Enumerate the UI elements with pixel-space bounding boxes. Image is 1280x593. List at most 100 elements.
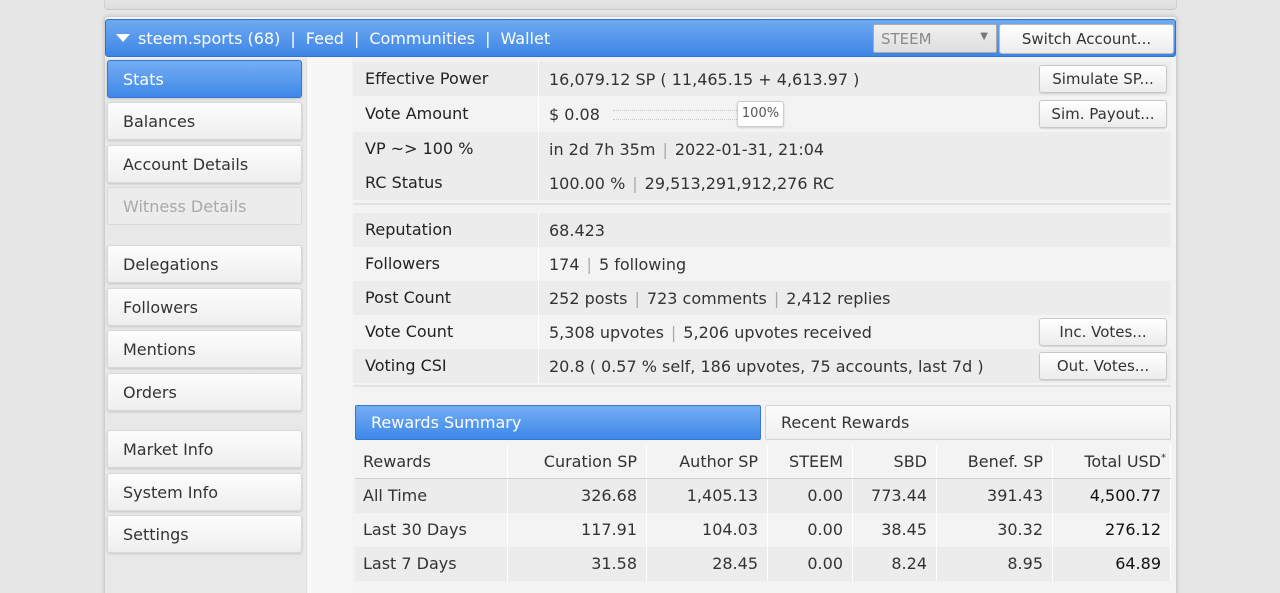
column-header-total-usd: Total USD* xyxy=(1053,445,1171,478)
table-cell: 773.44 xyxy=(853,479,937,513)
section-divider xyxy=(353,385,1171,387)
separator: | xyxy=(586,254,592,274)
nav-feed[interactable]: Feed xyxy=(306,29,344,48)
row-vote-count: Vote Count 5,308 upvotes | 5,206 upvotes r… xyxy=(353,315,1171,349)
nav-wallet[interactable]: Wallet xyxy=(500,29,550,48)
nav-communities[interactable]: Communities xyxy=(369,29,475,48)
row-label: Voting CSI xyxy=(353,349,539,383)
row-label: Post Count xyxy=(353,281,539,315)
post-count-value: 252 posts | 723 comments | 2,412 replies xyxy=(539,289,1171,308)
sidebar-item-system-info[interactable]: System Info xyxy=(107,473,302,511)
table-cell: 38.45 xyxy=(853,513,937,547)
window-top-edge xyxy=(104,0,1177,10)
vp-datetime: 2022-01-31, 21:04 xyxy=(674,139,825,159)
row-label: Followers xyxy=(353,247,539,281)
sidebar-item-settings[interactable]: Settings xyxy=(107,515,302,553)
vote-weight-slider[interactable] xyxy=(612,110,749,120)
row-label: Vote Count xyxy=(353,315,539,349)
table-row: All Time 326.68 1,405.13 0.00 773.44 391… xyxy=(355,479,1171,513)
table-cell: 8.24 xyxy=(853,547,937,581)
content-gutter xyxy=(306,58,352,593)
table-cell: 0.00 xyxy=(768,479,853,513)
tab-rewards-summary[interactable]: Rewards Summary xyxy=(355,405,761,440)
upvotes-received: 5,206 upvotes received xyxy=(683,322,872,342)
chain-select[interactable]: STEEM ▼ xyxy=(873,24,997,53)
table-cell: 326.68 xyxy=(508,479,647,513)
reputation-value: 68.423 xyxy=(549,220,605,240)
effective-power-main: 16,079.12 SP xyxy=(549,69,656,89)
posts-count: 252 posts xyxy=(549,288,628,308)
table-cell: 31.58 xyxy=(508,547,647,581)
table-cell: 0.00 xyxy=(768,513,853,547)
table-cell: 0.00 xyxy=(768,547,853,581)
row-voting-csi: Voting CSI 20.8 ( 0.57 % self, 186 upvot… xyxy=(353,349,1171,383)
rewards-tabs: Rewards Summary Recent Rewards xyxy=(353,403,1173,443)
row-label: Last 7 Days xyxy=(355,547,508,581)
table-cell: 4,500.77 xyxy=(1053,479,1171,513)
row-rc-status: RC Status 100.00 % | 29,513,291,912,276 RC xyxy=(353,166,1171,200)
nav-separator: | xyxy=(290,28,296,48)
row-label: Last 30 Days xyxy=(355,513,508,547)
upvotes-count: 5,308 upvotes xyxy=(549,322,664,342)
sim-payout-button[interactable]: Sim. Payout... xyxy=(1039,100,1167,128)
table-row: Last 30 Days 117.91 104.03 0.00 38.45 30… xyxy=(355,513,1171,547)
column-header: Rewards xyxy=(355,445,508,478)
row-label: Vote Amount xyxy=(353,97,539,131)
table-header: Rewards Curation SP Author SP STEEM SBD … xyxy=(355,445,1171,479)
vote-weight-handle[interactable]: 100% xyxy=(737,101,784,127)
sidebar-item-market-info[interactable]: Market Info xyxy=(107,430,302,468)
sidebar-item-mentions[interactable]: Mentions xyxy=(107,330,302,368)
separator: | xyxy=(670,322,677,342)
sidebar-item-orders[interactable]: Orders xyxy=(107,373,302,411)
followers-value: 174 | 5 following xyxy=(539,255,1171,274)
table-cell: 104.03 xyxy=(647,513,768,547)
comments-count: 723 comments xyxy=(646,288,767,308)
table-cell: 30.32 xyxy=(937,513,1053,547)
separator: | xyxy=(773,288,780,308)
account-menu[interactable]: steem.sports (68) xyxy=(138,29,280,48)
section-divider xyxy=(353,203,1171,205)
simulate-sp-button[interactable]: Simulate SP... xyxy=(1039,65,1167,93)
vp-value: in 2d 7h 35m | 2022-01-31, 21:04 xyxy=(539,140,1171,159)
out-votes-button[interactable]: Out. Votes... xyxy=(1039,352,1167,380)
switch-account-button[interactable]: Switch Account... xyxy=(999,24,1174,54)
column-header: Curation SP xyxy=(508,445,647,478)
row-followers: Followers 174 | 5 following xyxy=(353,247,1171,281)
table-row: Last 7 Days 31.58 28.45 0.00 8.24 8.95 6… xyxy=(355,547,1171,581)
column-header-label: Total USD xyxy=(1084,452,1161,471)
sidebar-item-account-details[interactable]: Account Details xyxy=(107,145,302,183)
table-cell: 64.89 xyxy=(1053,547,1171,581)
table-cell: 28.45 xyxy=(647,547,768,581)
rc-value: 100.00 % | 29,513,291,912,276 RC xyxy=(539,174,1171,193)
column-header: SBD xyxy=(853,445,937,478)
column-header: Author SP xyxy=(647,445,768,478)
column-header: STEEM xyxy=(768,445,853,478)
row-post-count: Post Count 252 posts | 723 comments | 2,412 … xyxy=(353,281,1171,315)
sidebar-item-delegations[interactable]: Delegations xyxy=(107,245,302,283)
table-cell: 8.95 xyxy=(937,547,1053,581)
row-label: All Time xyxy=(355,479,508,513)
effective-power-detail: ( 11,465.15 + 4,613.97 ) xyxy=(660,69,860,89)
table-cell: 276.12 xyxy=(1053,513,1171,547)
table-cell: 117.91 xyxy=(508,513,647,547)
vp-eta: in 2d 7h 35m xyxy=(549,139,656,159)
sidebar-item-balances[interactable]: Balances xyxy=(107,102,302,140)
row-label: Effective Power xyxy=(353,62,539,96)
footnote-mark: * xyxy=(1161,452,1166,464)
dropdown-caret-icon[interactable] xyxy=(116,34,130,42)
inc-votes-button[interactable]: Inc. Votes... xyxy=(1039,318,1167,346)
separator: | xyxy=(632,173,638,193)
separator: | xyxy=(662,139,668,159)
row-label: RC Status xyxy=(353,166,539,200)
sidebar-item-stats[interactable]: Stats xyxy=(107,60,302,98)
chain-select-value: STEEM xyxy=(881,30,932,48)
following-count: 5 following xyxy=(598,254,687,274)
row-label: Reputation xyxy=(353,213,539,247)
row-reputation: Reputation 68.423 xyxy=(353,213,1171,247)
sidebar-item-followers[interactable]: Followers xyxy=(107,288,302,326)
rc-amount: 29,513,291,912,276 RC xyxy=(644,173,835,193)
tab-recent-rewards[interactable]: Recent Rewards xyxy=(765,405,1171,440)
row-effective-power: Effective Power 16,079.12 SP ( 11,465.15… xyxy=(353,62,1171,96)
sidebar: Stats Balances Account Details Witness D… xyxy=(105,58,306,593)
replies-count: 2,412 replies xyxy=(786,288,891,308)
